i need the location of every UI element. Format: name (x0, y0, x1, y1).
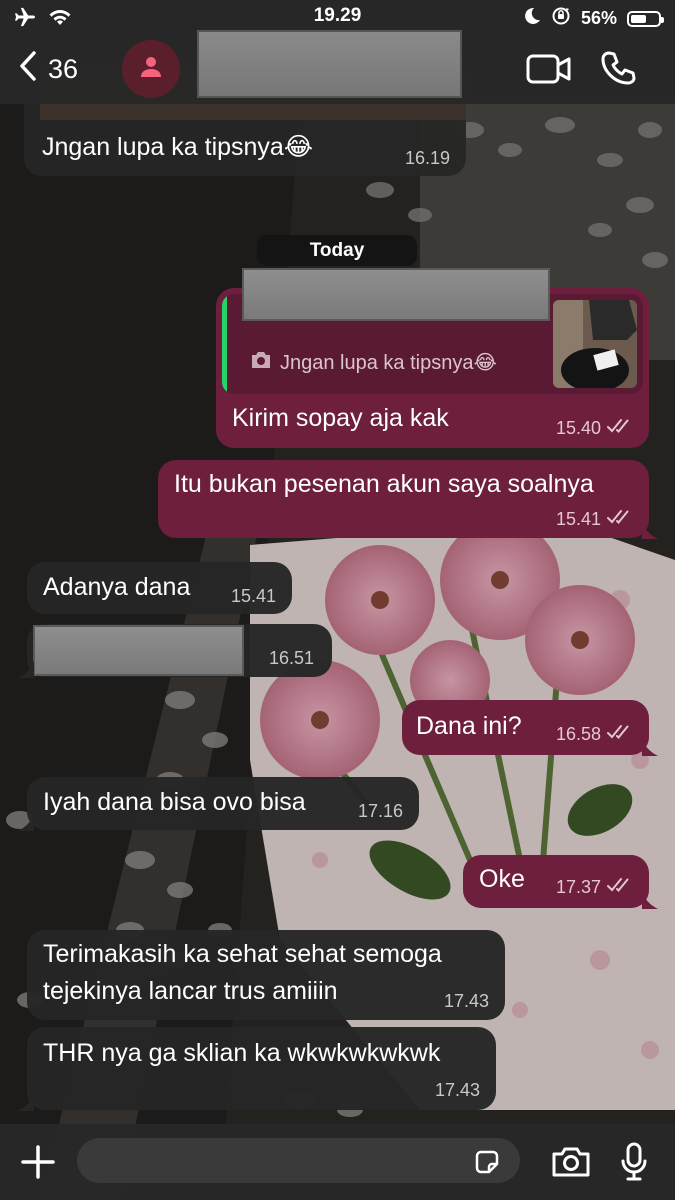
quoted-sender-redacted (242, 268, 550, 321)
incoming-message[interactable]: Adanya dana 15.41 (27, 562, 292, 614)
outgoing-message[interactable]: Jngan lupa ka tipsnya😂 Kirim sopay aja k… (216, 268, 649, 448)
message-input[interactable] (77, 1138, 520, 1183)
message-text-line-1: Terimakasih ka sehat sehat semoga (43, 940, 442, 968)
sticker-button[interactable] (473, 1148, 501, 1181)
bubble-tail (642, 891, 658, 909)
message-time: 15.41 (230, 586, 276, 606)
read-receipt-icon (607, 877, 633, 898)
message-time: 17.43 (443, 991, 489, 1011)
message-text: Oke (479, 865, 525, 893)
camera-icon (250, 351, 272, 375)
message-text: Iyah dana bisa ovo bisa (43, 788, 306, 816)
back-button[interactable]: 36 (18, 50, 78, 89)
message-time: 17.37 (555, 877, 601, 897)
outgoing-message[interactable]: Dana ini? 16.58 (402, 700, 658, 756)
contact-name-redacted[interactable] (197, 30, 462, 98)
bubble-tail (18, 660, 34, 678)
chevron-left-icon (18, 50, 38, 89)
moon-icon (523, 7, 541, 30)
message-text: Itu bukan pesenan akun saya soalnya (174, 470, 594, 498)
quote-text: Jngan lupa ka tipsnya😂 (280, 352, 497, 374)
bubble-tail (18, 813, 34, 831)
message-time: 16.19 (404, 148, 450, 168)
incoming-message[interactable]: THR nya ga sklian ka wkwkwkwkwk 17.43 (18, 1027, 496, 1111)
quote-accent-bar (222, 294, 227, 394)
read-receipt-icon (607, 724, 633, 745)
message-text: Kirim sopay aja kak (232, 404, 449, 432)
microphone-button[interactable] (620, 1142, 648, 1187)
person-icon (140, 56, 162, 83)
microphone-icon (620, 1142, 648, 1186)
plus-icon (20, 1145, 56, 1184)
message-text-redacted (33, 625, 244, 676)
phone-icon (600, 51, 636, 90)
message-time: 16.51 (268, 648, 314, 668)
quote-thumbnail (553, 300, 637, 388)
incoming-message[interactable]: Terimakasih ka sehat sehat semoga tejeki… (27, 930, 505, 1020)
unread-count: 36 (48, 54, 79, 84)
read-receipt-icon (607, 509, 633, 530)
camera-button[interactable] (551, 1146, 591, 1183)
battery-icon (627, 10, 664, 27)
incoming-message[interactable]: Iyah dana bisa ovo bisa 17.16 (18, 777, 419, 831)
bubble-tail (18, 1093, 34, 1111)
voice-call-button[interactable] (600, 50, 636, 91)
camera-icon (551, 1147, 591, 1182)
incoming-message[interactable]: 16.51 (18, 624, 332, 678)
battery-percent: 56% (580, 8, 617, 28)
bubble-tail (642, 521, 658, 539)
message-time: 16.58 (555, 724, 601, 744)
date-divider: Today (257, 235, 417, 266)
read-receipt-icon (607, 418, 633, 439)
message-text: Jngan lupa ka tipsnya😂 (42, 133, 314, 161)
message-text: THR nya ga sklian ka wkwkwkwkwk (43, 1039, 441, 1067)
rotation-lock-icon (551, 6, 571, 31)
message-text: Adanya dana (43, 573, 191, 601)
message-text: Dana ini? (416, 712, 522, 740)
attach-button[interactable] (20, 1144, 56, 1185)
outgoing-message[interactable]: Oke 17.37 (463, 855, 658, 909)
message-time: 17.16 (357, 801, 403, 821)
message-time: 15.40 (555, 418, 601, 438)
video-call-icon (526, 54, 572, 88)
contact-avatar[interactable] (122, 40, 180, 98)
sticker-icon (473, 1150, 501, 1180)
input-bar (0, 1124, 675, 1200)
message-list[interactable]: Jngan lupa ka tipsnya😂 16.19 Today Jngan… (0, 0, 675, 1200)
message-time: 15.41 (555, 509, 601, 529)
chat-header: 36 (0, 30, 675, 104)
outgoing-message[interactable]: Itu bukan pesenan akun saya soalnya 15.4… (158, 460, 658, 539)
bubble-tail (642, 738, 658, 756)
message-time: 17.43 (434, 1080, 480, 1100)
message-text-line-2: tejekinya lancar trus amiiin (43, 977, 338, 1005)
video-call-button[interactable] (526, 54, 572, 89)
